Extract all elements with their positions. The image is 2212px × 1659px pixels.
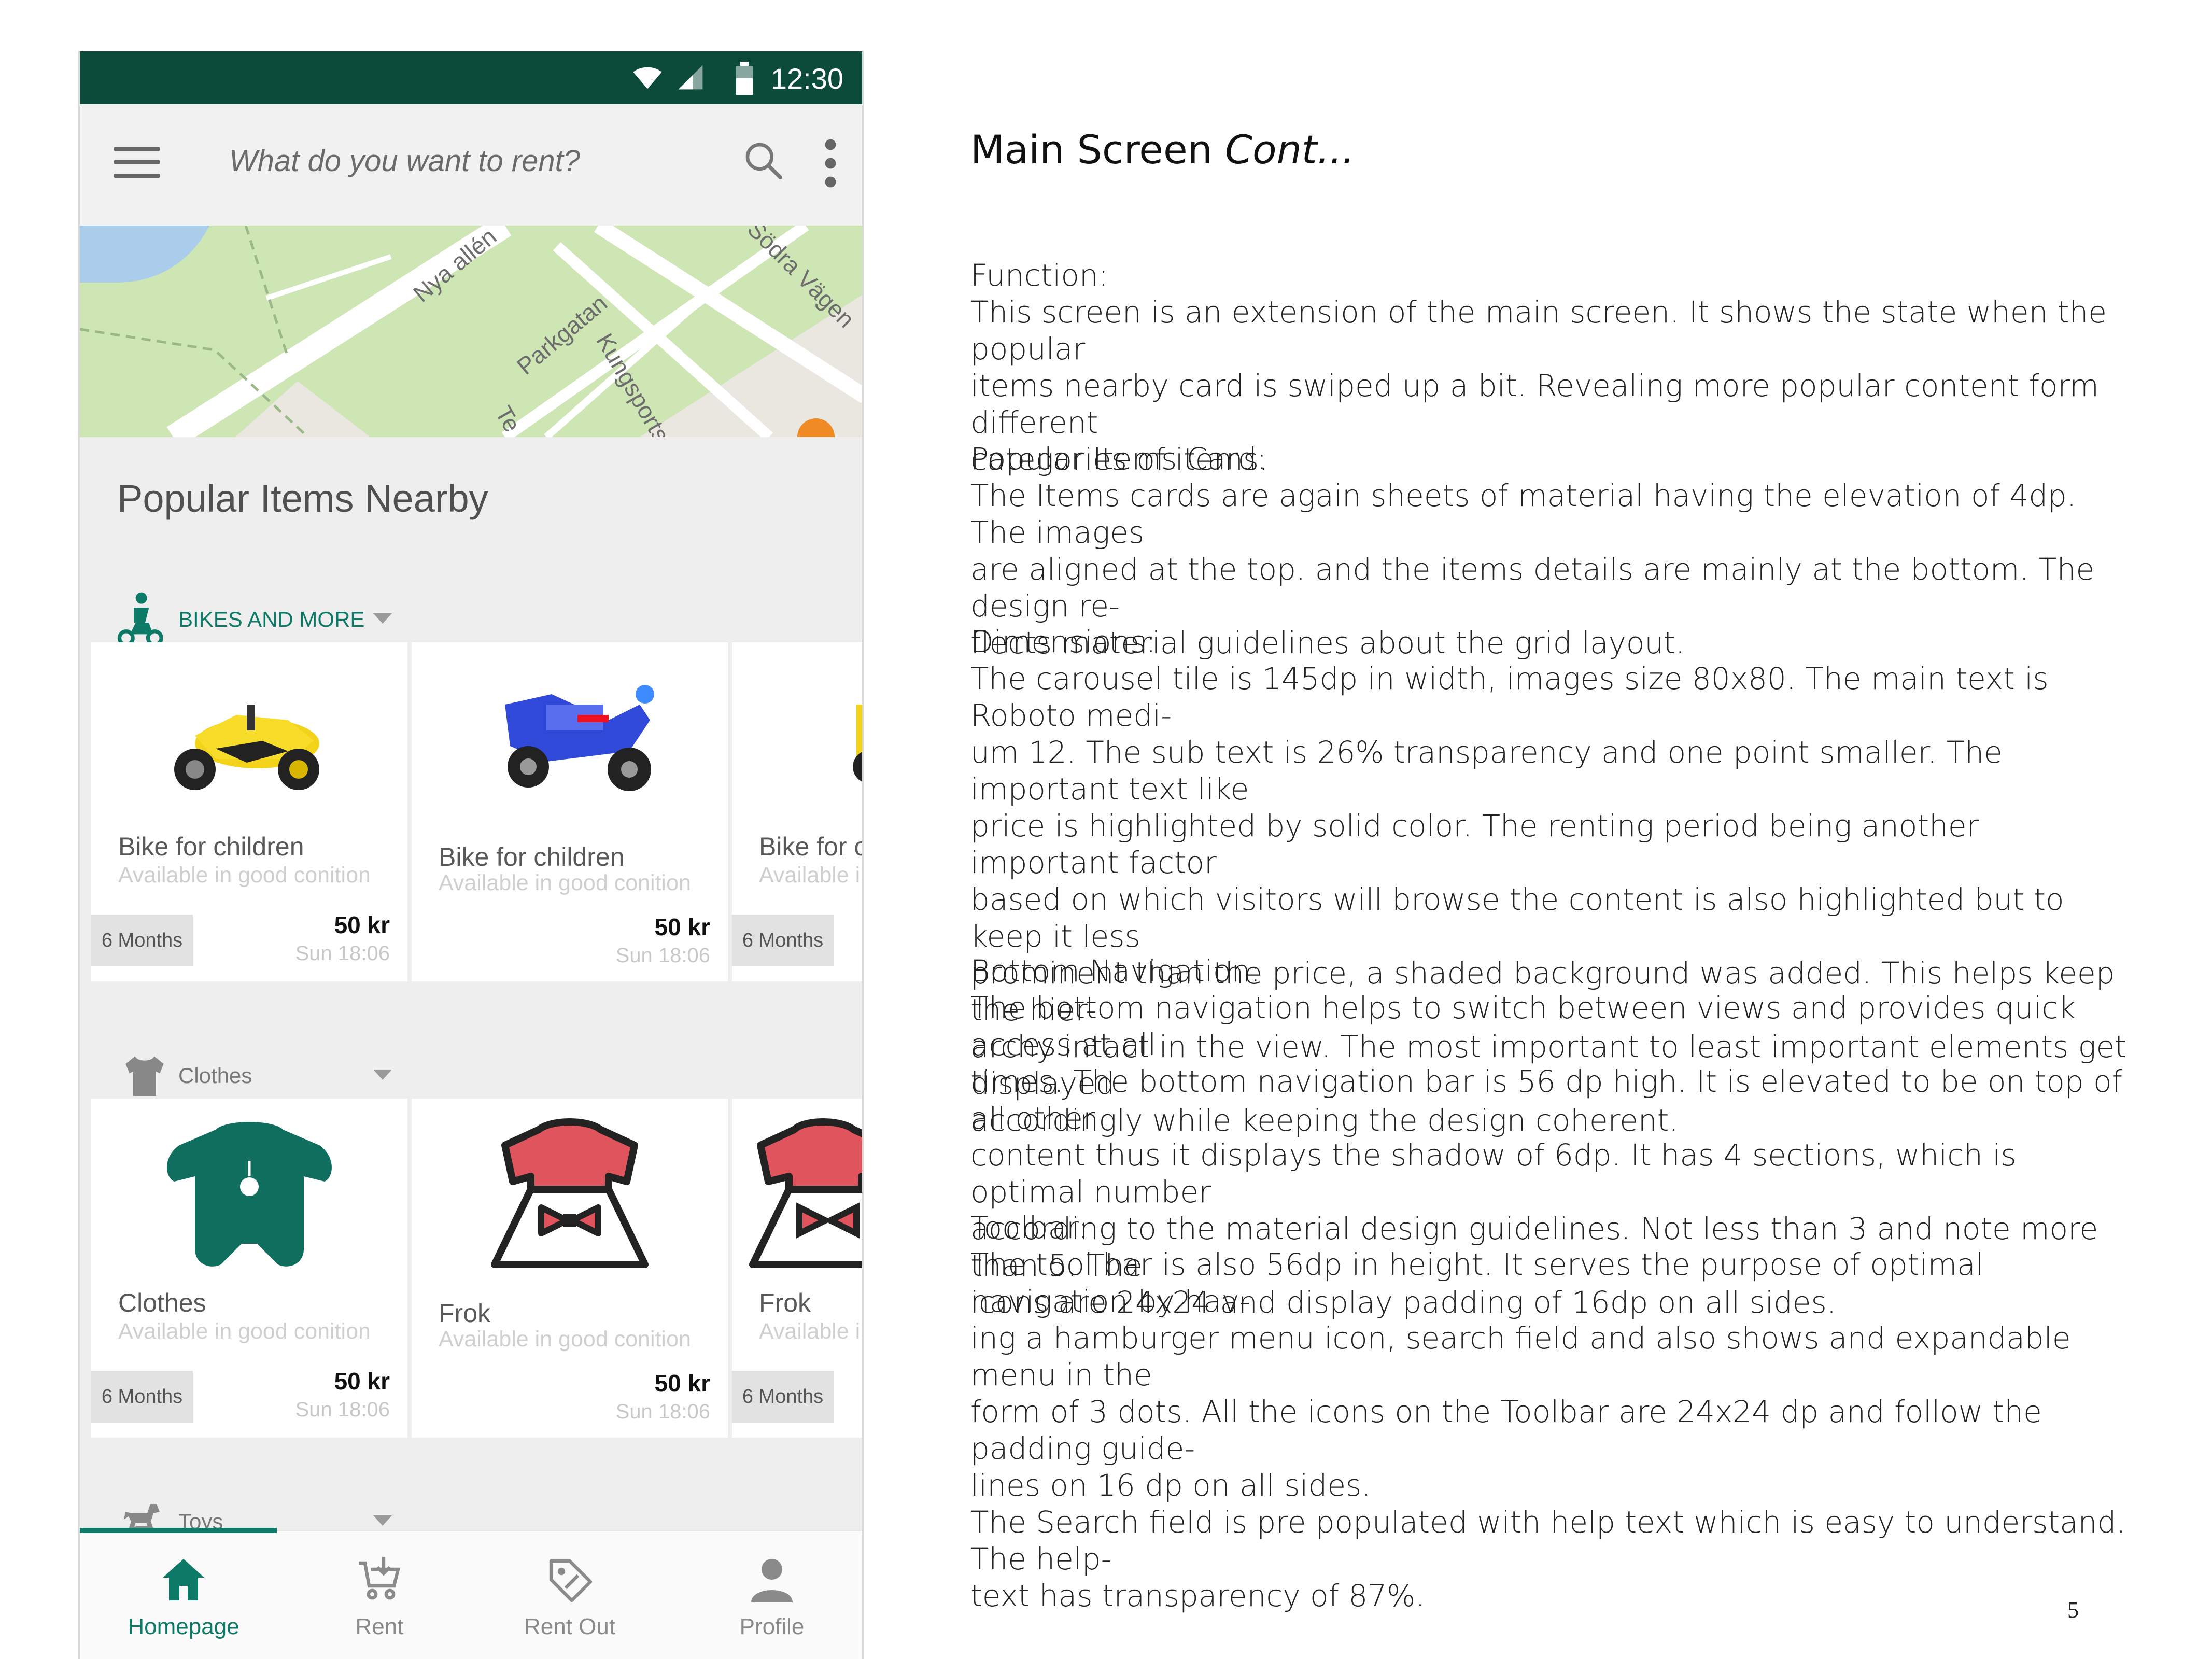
nav-homepage[interactable]: Homepage xyxy=(106,1531,261,1659)
yellow-toy-bike-image xyxy=(174,705,319,790)
section-line: price is highlighted by solid color. The… xyxy=(970,808,1979,880)
battery-icon xyxy=(736,62,753,95)
rental-period: 6 Months xyxy=(732,915,834,966)
item-date: Sun 18:06 xyxy=(615,1400,710,1423)
section-line: times. The bottom navigation bar is 56 d… xyxy=(970,1064,2123,1136)
item-subtitle: Available in good conition xyxy=(118,1319,371,1344)
item-title: Clothes xyxy=(118,1288,206,1317)
wifi-icon xyxy=(633,67,662,89)
section-line: ing a hamburger menu icon, search field … xyxy=(970,1320,2071,1393)
item-subtitle: Available in good conition xyxy=(439,1327,691,1352)
item-subtitle: Available in good conition xyxy=(439,870,691,895)
item-price: 50 kr xyxy=(654,913,710,940)
section-heading: Popular Items Card: xyxy=(970,441,1267,476)
item-card[interactable]: Frok Available i 6 Months xyxy=(732,1099,862,1438)
section-line: The Items cards are again sheets of mate… xyxy=(970,478,2077,550)
nav-label: Rent xyxy=(355,1614,404,1639)
title-italic: Cont... xyxy=(1225,126,1355,173)
tag-icon xyxy=(549,1559,593,1602)
section-heading: Bottom Navigation: xyxy=(970,953,1261,989)
phone-mockup: 12:30 What do you want to rent? Nya allé… xyxy=(78,51,864,1659)
caret-down-icon[interactable] xyxy=(373,613,392,624)
item-date: Sun 18:06 xyxy=(615,944,710,967)
category-header-clothes[interactable]: Clothes xyxy=(80,1047,862,1104)
item-title: Bike for children xyxy=(118,832,304,861)
search-icon[interactable] xyxy=(742,139,784,181)
item-title: Bike for c xyxy=(759,832,864,861)
section-line: based on which visitors will browse the … xyxy=(970,882,2064,954)
item-price: 50 kr xyxy=(654,1370,710,1397)
map-view[interactable]: Nya allén Parkgatan Kungsportsavenyn Söd… xyxy=(80,226,862,437)
section-heading: Function: xyxy=(970,258,1109,293)
nav-profile[interactable]: Profile xyxy=(694,1531,850,1659)
category-label: BIKES AND MORE xyxy=(178,607,365,631)
hamburger-menu-icon[interactable] xyxy=(114,147,160,181)
nav-label: Rent Out xyxy=(524,1614,616,1639)
item-price: 50 kr xyxy=(334,911,390,938)
signal-icon xyxy=(678,65,703,90)
page-number: 5 xyxy=(2067,1597,2079,1623)
rental-period: 6 Months xyxy=(91,915,193,966)
status-bar: 12:30 xyxy=(80,51,862,104)
section-line: The tool bar is also 56dp in height. It … xyxy=(970,1247,1984,1319)
item-subtitle: Available i xyxy=(759,1319,861,1344)
description-toolbar: Toolbar: The tool bar is also 56dp in he… xyxy=(970,1210,2126,1614)
page-title: Main Screen Cont... xyxy=(970,126,1355,173)
nav-rent[interactable]: Rent xyxy=(302,1531,457,1659)
item-card[interactable]: Bike for children Available in good coni… xyxy=(412,642,728,981)
toolbar: What do you want to rent? xyxy=(80,104,862,226)
section-line: This screen is an extension of the main … xyxy=(970,294,2107,367)
section-line: items nearby card is swiped up a bit. Re… xyxy=(970,368,2099,440)
item-subtitle: Available i xyxy=(759,863,861,888)
tshirt-icon xyxy=(125,1056,164,1096)
item-card[interactable]: Bike for c Available i 6 Months xyxy=(732,642,864,981)
green-baby-romper-image xyxy=(167,1122,332,1267)
section-title: Popular Items Nearby xyxy=(117,477,488,520)
more-vert-icon[interactable] xyxy=(824,137,837,189)
section-line: content thus it displays the shadow of 6… xyxy=(970,1137,2017,1210)
nav-label: Profile xyxy=(739,1614,805,1639)
rental-period: 6 Months xyxy=(732,1371,834,1423)
item-subtitle: Available in good conition xyxy=(118,863,371,888)
caret-down-icon[interactable] xyxy=(373,1515,392,1526)
section-heading: Toolbar: xyxy=(970,1210,1089,1245)
nav-label: Homepage xyxy=(128,1614,239,1639)
item-title: Bike for children xyxy=(439,842,625,871)
item-date: Sun 18:06 xyxy=(295,942,390,965)
section-line: The carousel tile is 145dp in width, ima… xyxy=(970,661,2049,733)
item-title: Frok xyxy=(759,1288,811,1317)
section-line: The Search field is pre populated with h… xyxy=(970,1505,2126,1577)
section-line: text has transparency of 87%. xyxy=(970,1578,1425,1613)
caret-down-icon[interactable] xyxy=(373,1070,392,1080)
section-line: um 12. The sub text is 26% transparency … xyxy=(970,735,2003,807)
rental-period: 6 Months xyxy=(91,1371,193,1423)
item-card[interactable]: Bike for children Available in good coni… xyxy=(91,642,407,981)
map-graphic: Nya allén Parkgatan Kungsportsavenyn Söd… xyxy=(80,226,862,437)
section-line: are aligned at the top. and the items de… xyxy=(970,552,2095,624)
section-line: The bottom navigation helps to switch be… xyxy=(970,990,2076,1062)
category-header-bikes[interactable]: BIKES AND MORE xyxy=(80,591,862,648)
item-date: Sun 18:06 xyxy=(295,1398,390,1421)
red-dress-image xyxy=(749,1118,862,1268)
section-line: lines on 16 dp on all sides. xyxy=(970,1468,1371,1503)
yellow-toy-bike-image xyxy=(853,705,862,782)
search-input[interactable]: What do you want to rent? xyxy=(229,144,580,178)
section-line: form of 3 dots. All the icons on the Too… xyxy=(970,1394,2042,1466)
item-card[interactable]: Frok Available in good conition 50 kr Su… xyxy=(412,1099,728,1438)
status-time: 12:30 xyxy=(770,62,843,95)
bike-icon xyxy=(117,592,163,647)
title-main: Main Screen xyxy=(970,126,1213,173)
category-label: Clothes xyxy=(178,1063,252,1088)
blue-toy-motorbike-image xyxy=(505,685,654,791)
item-title: Frok xyxy=(439,1299,490,1328)
home-icon xyxy=(163,1559,204,1600)
item-price: 50 kr xyxy=(334,1368,390,1395)
section-heading: Dimensions: xyxy=(970,624,1157,659)
cart-icon xyxy=(359,1557,401,1600)
item-card[interactable]: Clothes Available in good conition 6 Mon… xyxy=(91,1099,407,1438)
bottom-navigation: Homepage Rent Rent Out Profile xyxy=(80,1528,862,1659)
person-icon xyxy=(751,1559,793,1602)
red-dress-image xyxy=(491,1118,649,1268)
nav-rent-out[interactable]: Rent Out xyxy=(492,1531,647,1659)
